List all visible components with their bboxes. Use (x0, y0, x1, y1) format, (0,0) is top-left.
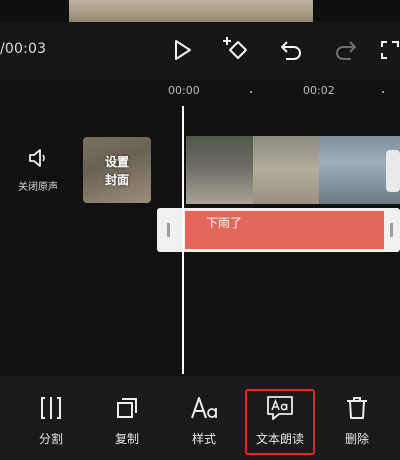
undo-button[interactable] (275, 34, 307, 66)
video-preview-frame (69, 0, 313, 22)
time-display: /00:03 (0, 41, 47, 57)
playhead[interactable] (182, 106, 184, 374)
add-keyframe-icon (223, 37, 247, 59)
text-style-icon (191, 397, 217, 419)
speaker-icon (29, 149, 45, 167)
fullscreen-icon (381, 41, 399, 59)
text-clip-label: 下雨了 (206, 216, 243, 230)
delete-button[interactable]: 删除 (327, 392, 387, 447)
text-trim-handle-right[interactable] (390, 223, 393, 237)
clip-thumbnail (186, 136, 253, 204)
split-button[interactable]: 分割 (21, 392, 81, 447)
mute-label: 关闭原声 (18, 182, 58, 193)
redo-icon (336, 41, 356, 60)
redo-button[interactable] (330, 34, 362, 66)
mute-original-audio-button[interactable]: 关闭原声 (14, 148, 62, 193)
play-icon (175, 40, 191, 60)
video-clip[interactable] (186, 136, 400, 204)
split-label: 分割 (38, 432, 63, 446)
copy-icon (117, 398, 137, 418)
clip-trim-handle[interactable] (386, 150, 400, 192)
delete-label: 删除 (344, 432, 369, 446)
highlight-box (245, 389, 315, 455)
text-trim-handle-left[interactable] (167, 223, 170, 237)
set-cover-button[interactable]: 设置 封面 (83, 137, 151, 203)
play-button[interactable] (167, 34, 199, 66)
ruler-dot (250, 91, 252, 93)
cover-label-line2: 封面 (104, 173, 129, 187)
copy-label: 复制 (114, 432, 139, 446)
ruler-tick-label: 00:00 (168, 84, 200, 97)
fullscreen-button[interactable] (380, 34, 400, 66)
ruler-tick-label: 00:02 (303, 84, 335, 97)
cover-label-line1: 设置 (104, 155, 129, 169)
copy-button[interactable]: 复制 (97, 392, 157, 447)
ruler-dot (382, 91, 384, 93)
trash-icon (347, 397, 367, 419)
undo-icon (281, 41, 301, 60)
style-button[interactable]: 样式 (174, 392, 234, 447)
style-label: 样式 (191, 432, 216, 446)
split-icon (41, 397, 61, 419)
clip-thumbnail (253, 136, 319, 204)
keyframe-button[interactable] (220, 33, 252, 65)
